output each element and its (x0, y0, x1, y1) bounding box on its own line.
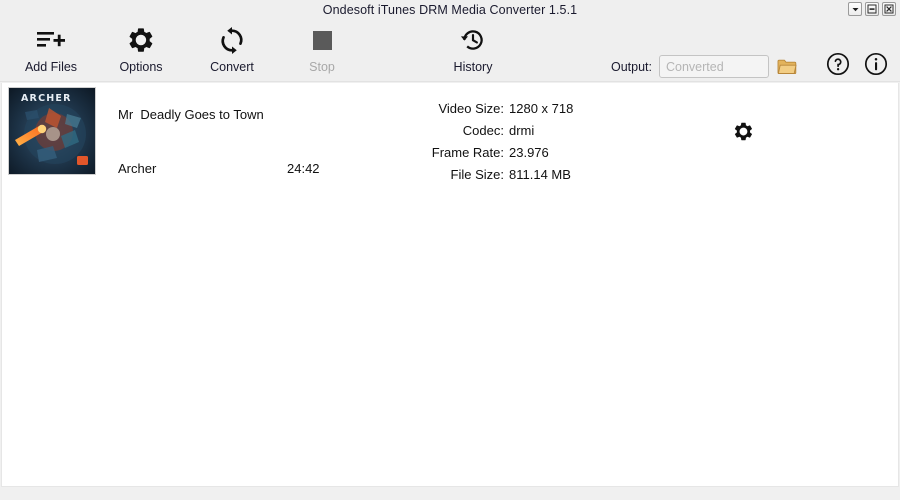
metadata-key: Video Size: (438, 100, 504, 116)
window-controls (848, 2, 896, 16)
metadata-value: 1280 x 718 (509, 100, 574, 116)
history-label: History (453, 60, 493, 74)
application-window: Ondesoft iTunes DRM Media Converter 1.5.… (0, 0, 900, 500)
item-duration: 24:42 (287, 161, 320, 176)
bottom-strip (0, 488, 900, 500)
options-button[interactable]: Options (95, 23, 187, 74)
metadata-key: File Size: (450, 166, 504, 182)
file-list: ARCHER Mr Deadly Goes to Town Archer 24:… (1, 83, 899, 487)
info-circle-icon[interactable] (864, 52, 888, 81)
stop-label: Stop (309, 60, 335, 74)
item-metadata: Video Size: 1280 x 718 Codec: drmi Frame… (402, 97, 607, 185)
output-label: Output: (611, 59, 652, 74)
folder-icon[interactable] (776, 56, 798, 78)
artwork-thumbnail: ARCHER (8, 87, 96, 175)
minimize-icon (867, 4, 877, 14)
help-info-group (826, 52, 888, 81)
stop-square-icon (302, 23, 342, 57)
window-title: Ondesoft iTunes DRM Media Converter 1.5.… (322, 2, 578, 17)
close-button[interactable] (882, 2, 896, 16)
chevron-down-icon (851, 5, 860, 14)
minimize-button[interactable] (865, 2, 879, 16)
refresh-circular-icon (212, 23, 252, 57)
gear-icon (733, 121, 754, 147)
help-circle-icon[interactable] (826, 52, 850, 81)
metadata-value: 23.976 (509, 144, 549, 160)
metadata-row: Video Size: 1280 x 718 (402, 97, 607, 119)
metadata-row: Frame Rate: 23.976 (402, 141, 607, 163)
add-files-button[interactable]: Add Files (5, 23, 97, 74)
artwork-title-text: ARCHER (21, 93, 72, 104)
add-files-label: Add Files (24, 60, 78, 74)
stop-button[interactable]: Stop (276, 23, 368, 74)
convert-button[interactable]: Convert (186, 23, 278, 74)
close-icon (884, 4, 894, 14)
title-bar: Ondesoft iTunes DRM Media Converter 1.5.… (0, 0, 900, 19)
clock-rewind-icon (453, 23, 493, 57)
item-title: Mr Deadly Goes to Town (118, 107, 264, 122)
metadata-value: drmi (509, 122, 535, 138)
convert-label: Convert (210, 60, 254, 74)
menu-dropdown-button[interactable] (848, 2, 862, 16)
metadata-value: 811.14 MB (509, 166, 571, 182)
item-artist: Archer (118, 161, 157, 176)
item-settings-button[interactable] (732, 121, 754, 147)
metadata-row: Codec: drmi (402, 119, 607, 141)
metadata-key: Codec: (462, 122, 504, 138)
output-path-input[interactable] (659, 55, 769, 78)
list-item[interactable]: ARCHER Mr Deadly Goes to Town Archer 24:… (2, 83, 898, 182)
options-label: Options (119, 60, 163, 74)
gear-icon (121, 23, 161, 57)
main-toolbar: Add Files Options Convert Stop History O… (0, 19, 900, 82)
metadata-row: File Size: 811.14 MB (402, 163, 607, 185)
list-plus-icon (31, 23, 71, 57)
output-group: Output: (611, 55, 798, 78)
metadata-key: Frame Rate: (431, 144, 504, 160)
history-button[interactable]: History (427, 23, 519, 74)
